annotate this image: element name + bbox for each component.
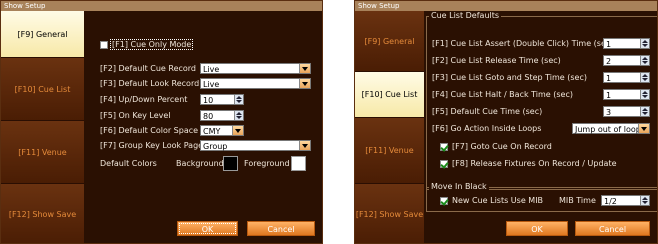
cue-list-halt-back-time-spinner[interactable]: 1 [603, 89, 650, 100]
group-key-look-page-label: [F7] Group Key Look Page [100, 141, 204, 150]
mib-time-label: MIB Time [559, 196, 596, 205]
go-action-inside-loops-label: [F6] Go Action Inside Loops [432, 124, 542, 133]
cue-list-goto-step-time-label: [F3] Cue List Goto and Step Time (sec) [432, 73, 587, 82]
spinner-arrows-icon[interactable] [640, 39, 649, 48]
default-color-space-label: [F6] Default Color Space [100, 126, 199, 135]
tab-venue[interactable]: [F11] Venue [355, 118, 424, 184]
on-key-level-spinner[interactable]: 80 [200, 110, 244, 121]
sidebar: [F9] General [F10] Cue List [F11] Venue … [355, 11, 424, 243]
default-colors-label: Default Colors [100, 159, 157, 168]
go-action-inside-loops-dropdown[interactable]: Jump out of loop [572, 123, 650, 134]
ok-button[interactable]: OK [506, 221, 568, 236]
spinner-arrows-icon[interactable] [234, 95, 243, 104]
cue-list-assert-time-value: 1 [606, 40, 612, 49]
cancel-button[interactable]: Cancel [575, 221, 650, 236]
tab-general[interactable]: [F9] General [355, 11, 424, 72]
cancel-button[interactable]: Cancel [247, 221, 315, 236]
spinner-arrows-icon[interactable] [640, 107, 649, 116]
show-setup-window-cue-list: Show Setup [F9] General [F10] Cue List [… [354, 0, 658, 244]
default-cue-time-label: [F5] Default Cue Time (sec) [432, 107, 543, 116]
cue-list-panel: Cue List Defaults [F1] Cue List Assert (… [424, 11, 657, 243]
default-cue-time-spinner[interactable]: 3 [603, 106, 650, 117]
move-in-black-label: Move In Black [429, 182, 489, 191]
updown-percent-label: [F4] Up/Down Percent [100, 95, 188, 104]
new-cue-lists-use-mib-label: New Cue Lists Use MIB [452, 196, 544, 205]
new-cue-lists-use-mib-checkbox[interactable] [440, 197, 448, 205]
release-fixtures-label: [F8] Release Fixtures On Record / Update [452, 159, 617, 168]
cue-list-halt-back-time-label: [F4] Cue List Halt / Back Time (sec) [432, 90, 573, 99]
general-panel: [F1] Cue Only Mode [F2] Default Cue Reco… [84, 11, 322, 243]
default-cue-record-label: [F2] Default Cue Record [100, 64, 197, 73]
ok-button[interactable]: OK [177, 221, 238, 236]
sidebar: [F9] General [F10] Cue List [F11] Venue … [1, 11, 84, 243]
default-look-record-value: Live [203, 80, 220, 89]
goto-cue-on-record-checkbox[interactable] [440, 143, 448, 151]
chevron-down-icon[interactable] [299, 79, 310, 88]
tab-cue-list[interactable]: [F10] Cue List [355, 72, 424, 118]
release-fixtures-checkbox[interactable] [440, 160, 448, 168]
group-key-look-page-value: Group [203, 142, 228, 151]
default-color-space-value: CMY [203, 127, 221, 136]
chevron-down-icon[interactable] [299, 141, 310, 150]
foreground-label: Foreground [244, 159, 290, 168]
chevron-down-icon[interactable] [232, 126, 243, 135]
cue-list-assert-time-label: [F1] Cue List Assert (Double Click) Time… [432, 39, 614, 48]
spinner-arrows-icon[interactable] [640, 73, 649, 82]
chevron-down-icon[interactable] [299, 64, 310, 73]
cue-only-mode-checkbox[interactable] [100, 41, 108, 49]
default-cue-record-value: Live [203, 65, 220, 74]
default-cue-record-dropdown[interactable]: Live [200, 63, 311, 74]
go-action-inside-loops-value: Jump out of loop [575, 125, 641, 134]
window-title: Show Setup [1, 1, 322, 11]
mib-time-spinner[interactable]: 1/2 [601, 195, 650, 206]
tab-cue-list[interactable]: [F10] Cue List [1, 58, 84, 121]
tab-show-save[interactable]: [F12] Show Save [355, 184, 424, 243]
tab-general[interactable]: [F9] General [1, 11, 84, 58]
goto-cue-on-record-label: [F7] Goto Cue On Record [452, 142, 552, 151]
cue-list-halt-back-time-value: 1 [606, 91, 612, 100]
group-key-look-page-dropdown[interactable]: Group [200, 140, 311, 151]
cue-list-goto-step-time-value: 1 [606, 74, 612, 83]
cue-list-release-time-value: 2 [606, 57, 612, 66]
mib-time-value: 1/2 [604, 197, 617, 206]
background-label: Background [176, 159, 224, 168]
updown-percent-spinner[interactable]: 10 [200, 94, 244, 105]
cue-list-release-time-spinner[interactable]: 2 [603, 55, 650, 66]
cue-list-assert-time-spinner[interactable]: 1 [603, 38, 650, 49]
tab-show-save[interactable]: [F12] Show Save [1, 184, 84, 243]
cue-list-defaults-label: Cue List Defaults [429, 11, 502, 20]
on-key-level-label: [F5] On Key Level [100, 111, 171, 120]
spinner-arrows-icon[interactable] [640, 196, 649, 205]
spinner-arrows-icon[interactable] [234, 111, 243, 120]
tab-venue[interactable]: [F11] Venue [1, 121, 84, 184]
cue-list-release-time-label: [F2] Cue List Release Time (sec) [432, 56, 561, 65]
on-key-level-value: 80 [203, 112, 214, 121]
cue-only-mode-label: [F1] Cue Only Mode [109, 39, 194, 50]
updown-percent-value: 10 [203, 96, 214, 105]
default-look-record-dropdown[interactable]: Live [200, 78, 311, 89]
cue-list-goto-step-time-spinner[interactable]: 1 [603, 72, 650, 83]
show-setup-window-general: Show Setup [F9] General [F10] Cue List [… [0, 0, 323, 244]
default-color-space-dropdown[interactable]: CMY [200, 125, 244, 136]
spinner-arrows-icon[interactable] [640, 90, 649, 99]
background-color-swatch[interactable] [223, 156, 238, 171]
window-title: Show Setup [355, 1, 657, 11]
spinner-arrows-icon[interactable] [640, 56, 649, 65]
chevron-down-icon[interactable] [638, 124, 649, 133]
default-cue-time-value: 3 [606, 108, 612, 117]
default-look-record-label: [F3] Default Look Record [100, 79, 200, 88]
foreground-color-swatch[interactable] [291, 156, 306, 171]
